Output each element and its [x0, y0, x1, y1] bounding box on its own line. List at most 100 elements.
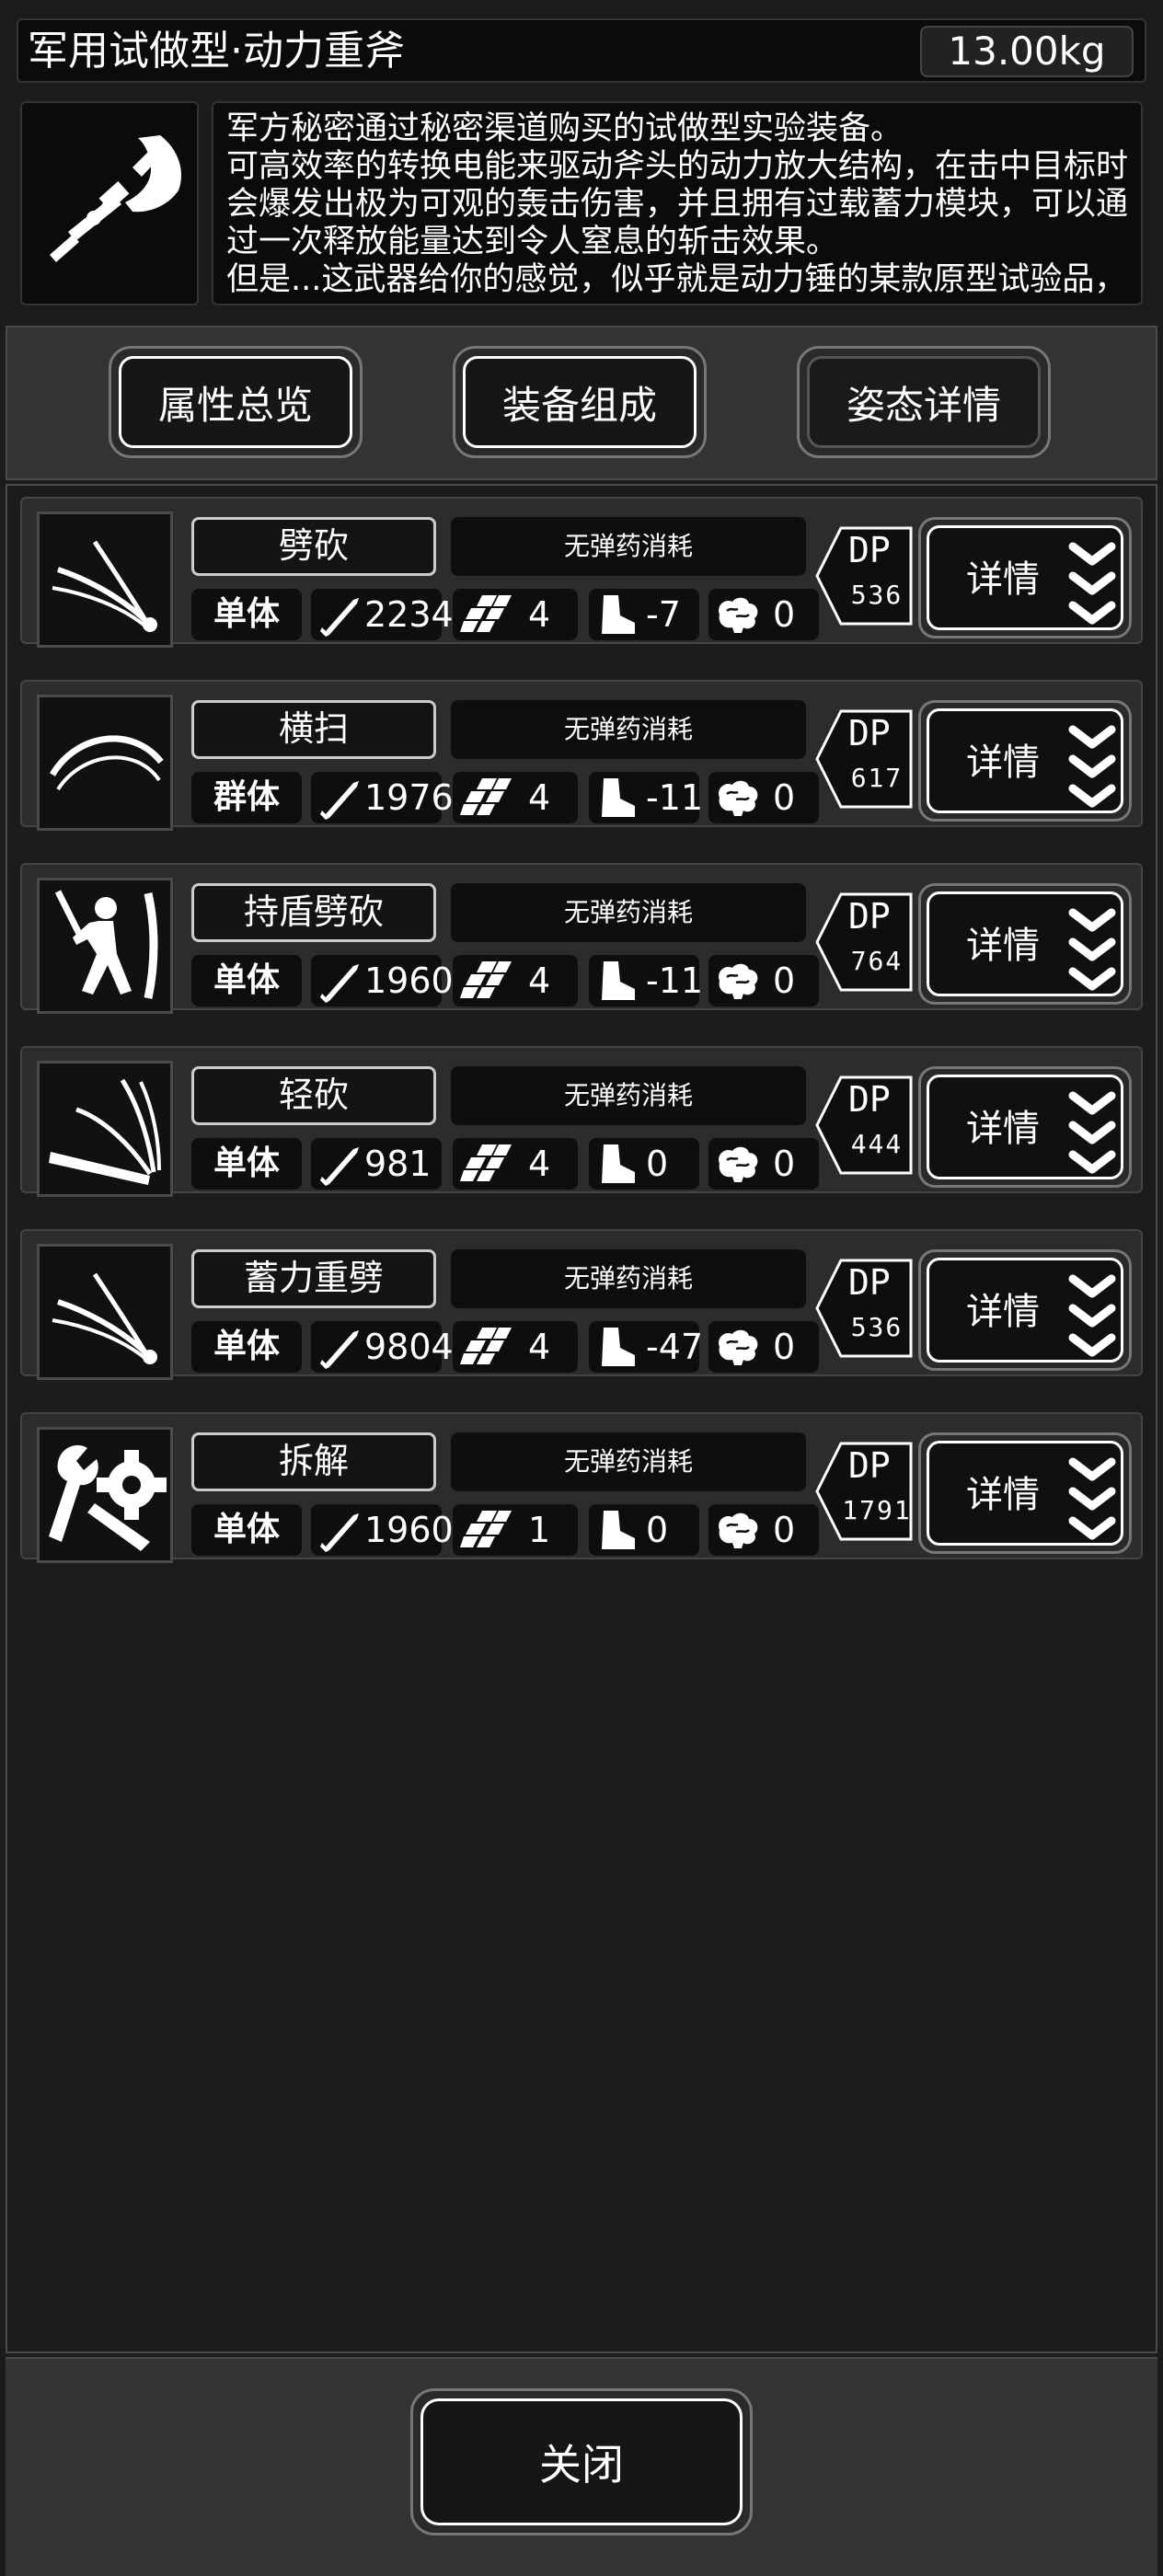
- brain-icon: [719, 1512, 758, 1548]
- skill-icon-frame: [37, 512, 173, 648]
- detail-button[interactable]: 详情: [918, 1249, 1132, 1371]
- dp-value: 444: [850, 1129, 904, 1159]
- tab-label: 属性总览: [119, 356, 352, 448]
- slash-icon: [52, 540, 157, 632]
- dp-label: DP: [848, 1262, 891, 1303]
- ammo-consumption: 无弹药消耗: [451, 1432, 806, 1491]
- power-axe-icon: [50, 135, 182, 262]
- hits-stat: 1: [453, 1504, 578, 1556]
- brain-value: 0: [773, 960, 796, 1001]
- tab-label: 姿态详情: [807, 356, 1041, 448]
- chevron-down-icon: [1068, 1457, 1116, 1540]
- damage-stat: 2234: [311, 589, 454, 640]
- description-line: 可高效率的转换电能来驱动斧头的动力放大结构，在击中目标时: [226, 148, 1129, 185]
- skill-name: 轻砍: [191, 1066, 436, 1125]
- hits-stat: 4: [453, 1138, 578, 1190]
- light-slash-icon: [49, 1078, 161, 1185]
- dp-tag: DP 536: [813, 1257, 915, 1360]
- sweep-icon: [49, 735, 164, 791]
- chevron-down-icon: [1068, 908, 1116, 991]
- dp-label: DP: [848, 713, 891, 753]
- brain-icon: [719, 1329, 758, 1365]
- boot-icon: [602, 961, 635, 1000]
- target-type: 单体: [191, 589, 302, 640]
- move-value: -7: [646, 594, 681, 635]
- sword-icon: [320, 598, 359, 637]
- hits-stat: 4: [453, 1321, 578, 1373]
- ammo-consumption: 无弹药消耗: [451, 1066, 806, 1125]
- hits-value: 4: [528, 1144, 551, 1184]
- hits-value: 1: [528, 1510, 551, 1550]
- skill-icon-frame: [37, 1061, 173, 1197]
- detail-label: 详情: [966, 558, 1040, 601]
- tab-equipment-composition[interactable]: 装备组成: [453, 346, 707, 458]
- dismantle-icon: [49, 1444, 167, 1551]
- brain-icon: [719, 963, 758, 999]
- skill-row: 拆解 无弹药消耗 单体 1960 1 0 0 DP 1791 详情: [20, 1412, 1143, 1563]
- dp-value: 617: [850, 763, 904, 793]
- skill-name: 持盾劈砍: [191, 883, 436, 942]
- hits-value: 4: [528, 594, 551, 635]
- hits-icon: [460, 961, 512, 998]
- skill-name: 蓄力重劈: [191, 1249, 436, 1308]
- hits-icon: [460, 1511, 512, 1547]
- detail-label: 详情: [966, 1291, 1040, 1333]
- damage-value: 981: [364, 1144, 432, 1184]
- detail-button[interactable]: 详情: [918, 517, 1132, 638]
- hits-stat: 4: [453, 589, 578, 640]
- damage-value: 1960: [364, 960, 454, 1001]
- detail-button[interactable]: 详情: [918, 1066, 1132, 1188]
- detail-label: 详情: [966, 1474, 1040, 1516]
- sword-icon: [320, 1330, 359, 1369]
- item-weight: 13.00kg: [920, 26, 1134, 77]
- damage-value: 2234: [364, 594, 454, 635]
- brain-icon: [719, 597, 758, 633]
- brain-stat: 0: [708, 1504, 819, 1556]
- move-value: -11: [646, 777, 704, 818]
- hits-value: 4: [528, 1327, 551, 1367]
- charged-slash-icon: [52, 1272, 157, 1364]
- description-line: 但是...这武器给你的感觉，似乎就是动力锤的某款原型试验品，: [226, 261, 1127, 298]
- dp-label: DP: [848, 530, 891, 570]
- damage-stat: 9804: [311, 1321, 454, 1373]
- sword-icon: [320, 1147, 359, 1186]
- detail-button[interactable]: 详情: [918, 1432, 1132, 1554]
- item-title: 军用试做型·动力重斧: [28, 28, 405, 75]
- damage-value: 9804: [364, 1327, 454, 1367]
- tab-attributes-overview[interactable]: 属性总览: [109, 346, 363, 458]
- brain-value: 0: [773, 777, 796, 818]
- damage-value: 1960: [364, 1510, 454, 1550]
- dp-value: 536: [850, 580, 904, 610]
- ammo-consumption: 无弹药消耗: [451, 883, 806, 942]
- detail-button[interactable]: 详情: [918, 883, 1132, 1005]
- detail-label: 详情: [966, 925, 1040, 967]
- brain-stat: 0: [708, 1321, 819, 1373]
- detail-button[interactable]: 详情: [918, 700, 1132, 822]
- brain-value: 0: [773, 594, 796, 635]
- dp-label: DP: [848, 1445, 891, 1486]
- boot-icon: [602, 1144, 635, 1183]
- target-type: 单体: [191, 1504, 302, 1556]
- move-stat: 0: [589, 1504, 699, 1556]
- detail-label: 详情: [966, 1108, 1040, 1150]
- skill-icon-frame: [37, 1244, 173, 1380]
- skill-row: 轻砍 无弹药消耗 单体 981 4 0 0 DP 444 详情: [20, 1046, 1143, 1197]
- target-type: 单体: [191, 1321, 302, 1373]
- item-image: [20, 101, 199, 305]
- skill-name: 拆解: [191, 1432, 436, 1491]
- dp-tag: DP 1791: [813, 1440, 915, 1543]
- move-stat: -11: [589, 772, 703, 823]
- boot-icon: [602, 595, 635, 634]
- boot-icon: [602, 778, 635, 817]
- move-value: 0: [646, 1144, 669, 1184]
- hits-icon: [460, 595, 512, 632]
- tab-stance-details[interactable]: 姿态详情: [797, 346, 1051, 458]
- description-line: 军方秘密通过秘密渠道购买的试做型实验装备。: [226, 110, 904, 147]
- boot-icon: [602, 1328, 635, 1366]
- hits-stat: 4: [453, 772, 578, 823]
- move-value: 0: [646, 1510, 669, 1550]
- close-button[interactable]: 关闭: [410, 2388, 753, 2536]
- dp-value: 536: [850, 1312, 904, 1342]
- damage-stat: 1976: [311, 772, 454, 823]
- tab-label: 装备组成: [463, 356, 697, 448]
